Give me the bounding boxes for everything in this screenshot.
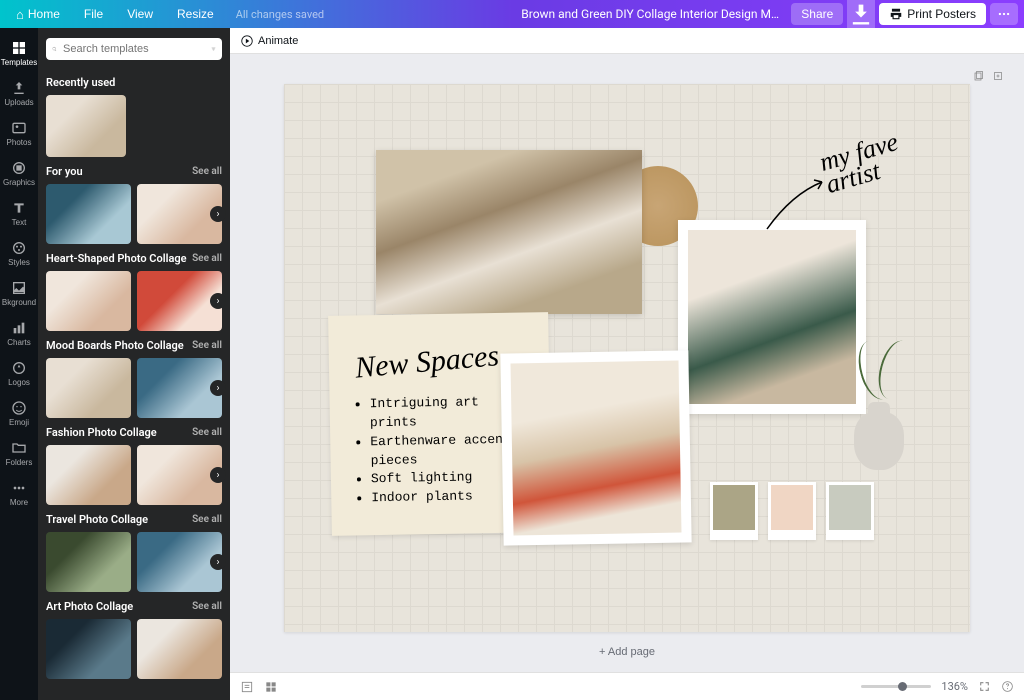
iconbar-photos[interactable]: Photos <box>0 114 38 152</box>
animate-icon <box>240 34 254 48</box>
section-for-you: For youSee all <box>46 165 222 178</box>
notes-icon[interactable] <box>240 680 254 694</box>
iconbar-emoji[interactable]: Emoji <box>0 394 38 432</box>
search-input[interactable] <box>63 43 205 55</box>
hand-arrow-icon[interactable] <box>762 174 832 234</box>
template-thumb[interactable] <box>46 532 131 592</box>
template-thumb[interactable] <box>46 445 131 505</box>
iconbar-more[interactable]: More <box>0 474 38 512</box>
canvas-area: Animate New Spaces Intriguing art prints… <box>230 28 1024 700</box>
fullscreen-icon[interactable] <box>978 680 991 693</box>
moodboard-image-1[interactable] <box>376 150 642 314</box>
grid-view-icon[interactable] <box>264 680 278 694</box>
home-icon <box>16 7 24 22</box>
swatch-2[interactable] <box>768 482 816 540</box>
section-travel: Travel Photo CollageSee all <box>46 513 222 526</box>
home-button[interactable]: Home <box>6 3 70 26</box>
zoom-slider[interactable] <box>861 685 931 688</box>
share-button[interactable]: Share <box>791 3 843 25</box>
see-all-link[interactable]: See all <box>192 427 222 438</box>
zoom-value: 136% <box>941 680 968 693</box>
template-thumb[interactable] <box>46 358 131 418</box>
add-page-button[interactable]: + Add page <box>599 646 655 658</box>
add-page-icon[interactable] <box>992 70 1004 82</box>
animate-button[interactable]: Animate <box>240 34 298 48</box>
canvas-toolbar: Animate <box>230 28 1024 54</box>
search-icon <box>52 42 57 56</box>
color-swatches[interactable] <box>710 482 874 540</box>
template-thumb[interactable] <box>137 619 222 679</box>
section-mood-boards: Mood Boards Photo CollageSee all <box>46 339 222 352</box>
help-icon[interactable] <box>1001 680 1014 693</box>
see-all-link[interactable]: See all <box>192 601 222 612</box>
swatch-1[interactable] <box>710 482 758 540</box>
duplicate-page-icon[interactable] <box>972 70 984 82</box>
more-icon <box>997 7 1011 21</box>
moodboard-image-2[interactable] <box>678 220 866 414</box>
see-all-link[interactable]: See all <box>192 253 222 264</box>
more-menu-button[interactable] <box>990 3 1018 25</box>
resize-menu[interactable]: Resize <box>167 3 224 25</box>
filter-icon[interactable] <box>211 42 216 56</box>
iconbar-bkground[interactable]: Bkground <box>0 274 38 312</box>
top-menu-bar: Home File View Resize All changes saved … <box>0 0 1024 28</box>
see-all-link[interactable]: See all <box>192 166 222 177</box>
row-next-icon[interactable]: › <box>210 380 226 396</box>
template-thumb[interactable] <box>46 95 126 157</box>
page-tools <box>972 70 1004 82</box>
row-next-icon[interactable]: › <box>210 293 226 309</box>
left-iconbar: Templates Uploads Photos Graphics Text S… <box>0 28 38 700</box>
iconbar-folders[interactable]: Folders <box>0 434 38 472</box>
vase-graphic[interactable] <box>844 380 914 470</box>
template-thumb[interactable] <box>46 271 131 331</box>
iconbar-text[interactable]: Text <box>0 194 38 232</box>
iconbar-styles[interactable]: Styles <box>0 234 38 272</box>
see-all-link[interactable]: See all <box>192 514 222 525</box>
search-templates[interactable] <box>46 38 222 60</box>
iconbar-logos[interactable]: Logos <box>0 354 38 392</box>
section-art: Art Photo CollageSee all <box>46 600 222 613</box>
file-menu[interactable]: File <box>74 3 113 25</box>
handwriting-label[interactable]: my faveartist <box>817 130 907 197</box>
bottom-status-bar: 136% <box>230 672 1024 700</box>
see-all-link[interactable]: See all <box>192 340 222 351</box>
iconbar-charts[interactable]: Charts <box>0 314 38 352</box>
row-next-icon[interactable]: › <box>210 206 226 222</box>
template-thumb[interactable] <box>46 619 131 679</box>
document-title[interactable]: Brown and Green DIY Collage Interior Des… <box>521 7 781 21</box>
iconbar-uploads[interactable]: Uploads <box>0 74 38 112</box>
template-thumb[interactable] <box>46 184 131 244</box>
section-recently-used: Recently used <box>46 76 222 89</box>
design-canvas[interactable]: New Spaces Intriguing art prints Earthen… <box>284 84 970 632</box>
print-posters-button[interactable]: Print Posters <box>879 3 986 25</box>
swatch-3[interactable] <box>826 482 874 540</box>
row-next-icon[interactable]: › <box>210 467 226 483</box>
print-icon <box>889 7 903 21</box>
view-menu[interactable]: View <box>117 3 163 25</box>
download-icon <box>847 0 875 28</box>
row-next-icon[interactable]: › <box>210 554 226 570</box>
moodboard-image-3[interactable] <box>500 350 691 545</box>
iconbar-templates[interactable]: Templates <box>0 34 38 72</box>
save-status: All changes saved <box>236 8 324 21</box>
iconbar-graphics[interactable]: Graphics <box>0 154 38 192</box>
templates-panel: Recently used For youSee all › Heart-Sha… <box>38 28 230 700</box>
section-fashion: Fashion Photo CollageSee all <box>46 426 222 439</box>
section-heart-collage: Heart-Shaped Photo CollageSee all <box>46 252 222 265</box>
